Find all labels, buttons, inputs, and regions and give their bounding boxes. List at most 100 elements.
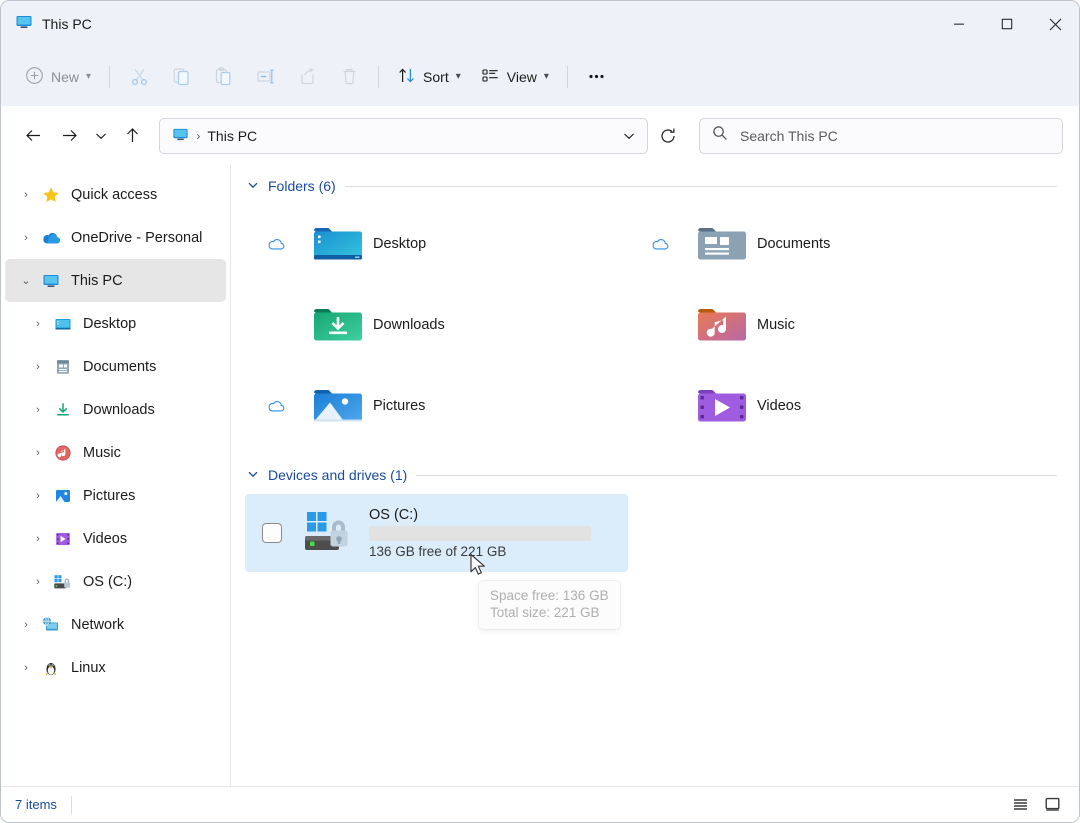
- share-icon: [300, 67, 314, 85]
- maximize-button[interactable]: [983, 1, 1031, 47]
- chevron-right-icon[interactable]: ›: [25, 490, 51, 502]
- arrow-right-icon: [62, 130, 77, 141]
- folder-tile-documents[interactable]: Documents: [629, 203, 1013, 284]
- sidebar-item-videos[interactable]: › Videos: [5, 517, 226, 560]
- breadcrumb-item-this-pc[interactable]: This PC: [207, 128, 257, 144]
- downloads-folder-icon: [303, 303, 373, 347]
- large-icons-view-button[interactable]: [1039, 792, 1065, 818]
- details-view-button[interactable]: [1007, 792, 1033, 818]
- chevron-right-icon[interactable]: ›: [13, 662, 39, 674]
- sidebar-item-desktop[interactable]: › Desktop: [5, 302, 226, 345]
- folders-group-header[interactable]: Folders (6): [245, 165, 1079, 199]
- search-box[interactable]: [699, 117, 1063, 154]
- new-button[interactable]: New ▾: [15, 58, 101, 96]
- window-controls: [935, 1, 1079, 47]
- details-view-icon: [1013, 799, 1027, 810]
- cloud-status-icon: [249, 237, 303, 251]
- rename-button[interactable]: [244, 58, 286, 96]
- folder-tile-music[interactable]: Music: [629, 284, 1013, 365]
- sidebar-item-pictures[interactable]: › Pictures: [5, 474, 226, 517]
- chevron-right-icon[interactable]: ›: [25, 576, 51, 588]
- sidebar-item-label: Music: [83, 444, 121, 461]
- linux-penguin-icon: [39, 659, 63, 677]
- forward-button[interactable]: [52, 118, 85, 154]
- drive-free-space-text: 136 GB free of 221 GB: [369, 544, 507, 559]
- chevron-down-icon[interactable]: [245, 179, 259, 194]
- drive-checkbox-wrapper[interactable]: [245, 523, 299, 543]
- chevron-right-icon[interactable]: ›: [25, 404, 51, 416]
- music-folder-icon: [687, 303, 757, 347]
- delete-button[interactable]: [328, 58, 370, 96]
- sidebar-item-this-pc[interactable]: ⌄ This PC: [5, 259, 226, 302]
- videos-folder-icon: [687, 384, 757, 428]
- chevron-down-icon[interactable]: [245, 468, 259, 483]
- share-button[interactable]: [286, 58, 328, 96]
- folder-tile-downloads[interactable]: Downloads: [245, 284, 629, 365]
- view-label: View: [506, 68, 537, 85]
- scissors-icon: [131, 69, 147, 86]
- minimize-button[interactable]: [935, 1, 983, 47]
- sidebar-item-network[interactable]: › Network: [5, 603, 226, 646]
- drive-checkbox[interactable]: [262, 523, 282, 543]
- breadcrumb-bar[interactable]: › This PC: [159, 117, 648, 154]
- drive-tile-os-c[interactable]: OS (C:) 136 GB free of 221 GB: [245, 494, 628, 572]
- documents-folder-icon: [51, 358, 75, 376]
- drives-group-header[interactable]: Devices and drives (1): [245, 454, 1079, 488]
- chevron-right-icon[interactable]: ›: [13, 619, 39, 631]
- title-bar-left: This PC: [1, 13, 92, 36]
- sidebar-item-quick-access[interactable]: › Quick access: [5, 173, 226, 216]
- drive-icon: [51, 573, 75, 591]
- view-button[interactable]: View ▾: [471, 58, 559, 96]
- copy-button[interactable]: [160, 58, 202, 96]
- arrow-up-icon: [127, 128, 139, 142]
- search-input[interactable]: [740, 127, 1050, 144]
- chevron-right-icon[interactable]: ›: [13, 232, 39, 244]
- chevron-right-icon[interactable]: ›: [25, 318, 51, 330]
- command-bar: New ▾ Sort ▾ View ▾: [1, 47, 1079, 106]
- documents-folder-icon: [687, 222, 757, 266]
- folder-tile-videos[interactable]: Videos: [629, 365, 1013, 446]
- cloud-status-icon: [249, 399, 303, 413]
- folder-tile-pictures[interactable]: Pictures: [245, 365, 629, 446]
- sidebar-item-downloads[interactable]: › Downloads: [5, 388, 226, 431]
- sidebar-item-music[interactable]: › Music: [5, 431, 226, 474]
- folder-tile-label: Desktop: [373, 235, 427, 252]
- pictures-folder-icon: [51, 487, 75, 505]
- close-button[interactable]: [1031, 1, 1079, 47]
- sidebar-item-documents[interactable]: › Documents: [5, 345, 226, 388]
- folder-tile-desktop[interactable]: Desktop: [245, 203, 629, 284]
- sidebar-item-label: Quick access: [71, 186, 158, 203]
- close-icon: [1049, 18, 1061, 30]
- content-pane: Folders (6) Desktop Documents Downloads …: [231, 165, 1079, 786]
- address-bar: › This PC: [1, 106, 1079, 165]
- onedrive-icon: [39, 229, 63, 247]
- navigation-pane: › Quick access › OneDrive - Personal ⌄ T…: [1, 165, 231, 786]
- sidebar-item-os-c[interactable]: › OS (C:): [5, 560, 226, 603]
- maximize-icon: [1001, 18, 1013, 30]
- chevron-right-icon[interactable]: ›: [25, 533, 51, 545]
- tooltip-total-size: Total size: 221 GB: [490, 605, 600, 620]
- chevron-right-icon[interactable]: ›: [13, 189, 39, 201]
- refresh-button[interactable]: [652, 118, 685, 154]
- back-button[interactable]: [17, 118, 50, 154]
- toolbar-divider-3: [566, 65, 568, 88]
- up-button[interactable]: [116, 118, 149, 154]
- chevron-right-icon[interactable]: ›: [25, 361, 51, 373]
- folder-tile-label: Documents: [757, 235, 831, 252]
- sidebar-item-onedrive[interactable]: › OneDrive - Personal: [5, 216, 226, 259]
- paste-button[interactable]: [202, 58, 244, 96]
- content-scrollbar[interactable]: [1065, 165, 1079, 786]
- sort-button[interactable]: Sort ▾: [387, 58, 471, 96]
- recent-locations-button[interactable]: [88, 118, 114, 154]
- breadcrumb-dropdown-button[interactable]: [615, 121, 643, 151]
- cut-button[interactable]: [118, 58, 160, 96]
- chevron-down-icon: [95, 133, 106, 139]
- more-options-button[interactable]: [576, 58, 618, 96]
- file-explorer-window: This PC New ▾ Sort ▾ View ▾ › This PC Se…: [0, 0, 1080, 823]
- chevron-right-icon[interactable]: ›: [25, 447, 51, 459]
- sidebar-item-linux[interactable]: › Linux: [5, 646, 226, 689]
- desktop-folder-icon: [51, 315, 75, 333]
- drive-info: OS (C:) 136 GB free of 221 GB: [369, 507, 591, 559]
- chevron-down-icon[interactable]: ⌄: [13, 274, 39, 287]
- tooltip-space-free: Space free: 136 GB: [490, 588, 609, 603]
